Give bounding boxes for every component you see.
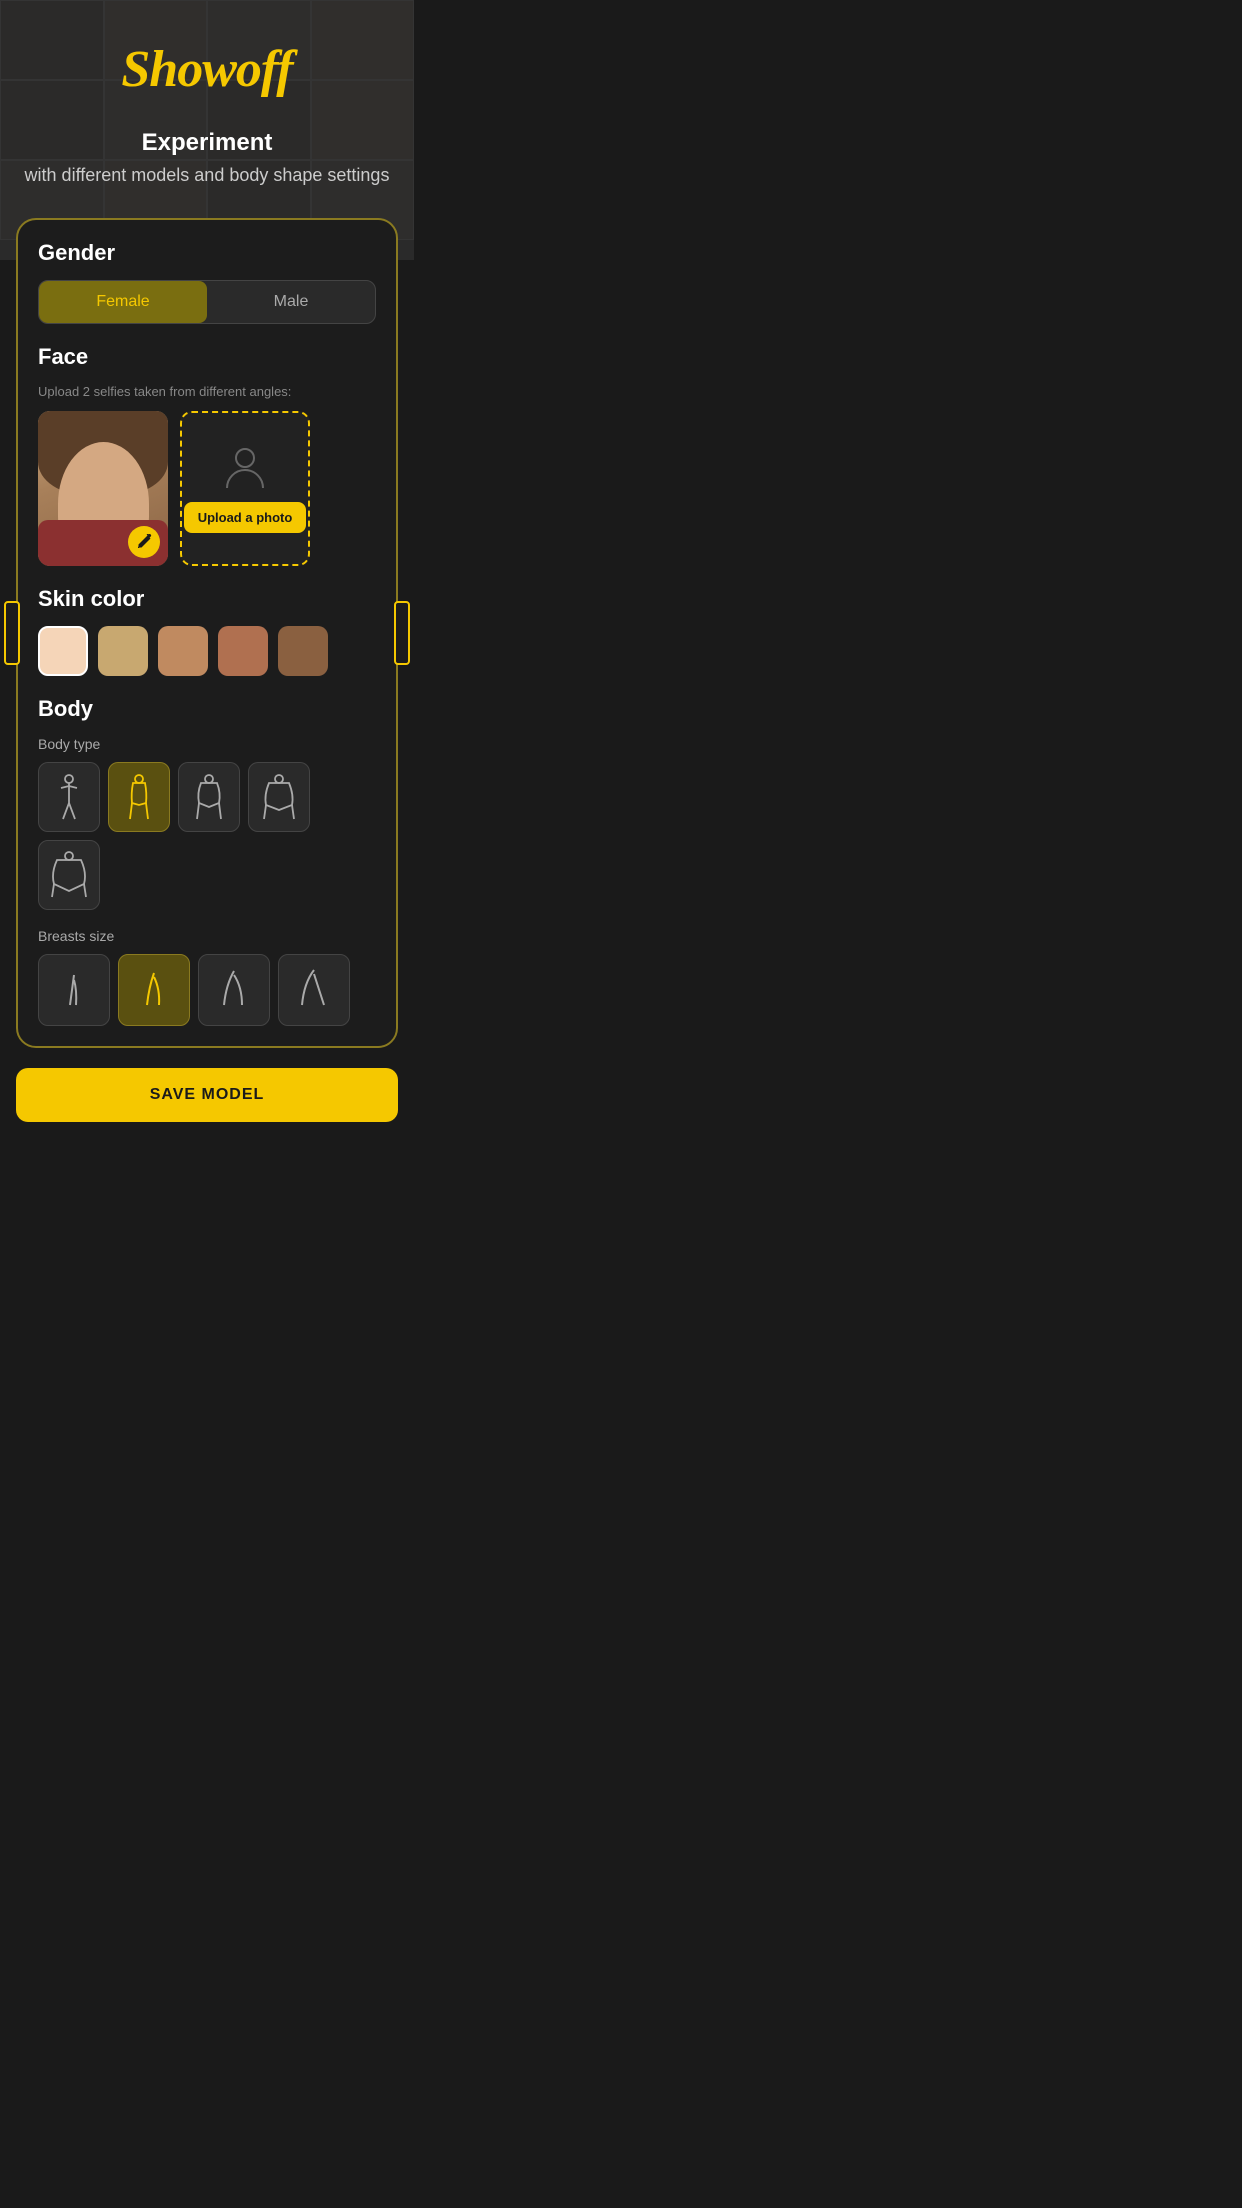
skin-swatch-2[interactable] [158, 626, 208, 676]
hero-title: Experiment [20, 129, 394, 157]
body-types-row [38, 762, 376, 910]
body-type-btn-3[interactable] [178, 762, 240, 832]
app-logo: Showoff [0, 0, 414, 109]
upload-photo-btn[interactable]: Upload a photo [184, 502, 307, 533]
face-photo-slot-1 [38, 411, 168, 566]
body-type-label: Body type [38, 736, 376, 752]
hero-section: Experiment with different models and bod… [0, 109, 414, 218]
body-type-btn-5[interactable] [38, 840, 100, 910]
face-photo-slot-2[interactable]: Upload a photo [180, 411, 310, 566]
gender-toggle: Female Male [38, 280, 376, 324]
save-model-btn[interactable]: SAVE MODEL [16, 1068, 398, 1122]
skin-color-title: Skin color [38, 586, 376, 612]
gender-male-btn[interactable]: Male [207, 281, 375, 323]
skin-swatch-3[interactable] [218, 626, 268, 676]
breast-size-btn-1[interactable] [38, 954, 110, 1026]
face-photos-row: Upload a photo [38, 411, 376, 566]
breast-size-btn-2[interactable] [118, 954, 190, 1026]
skin-colors-row [38, 626, 376, 676]
breast-size-btn-4[interactable] [278, 954, 350, 1026]
skin-swatch-1[interactable] [98, 626, 148, 676]
face-subtitle: Upload 2 selfies taken from different an… [38, 384, 376, 399]
hero-subtitle: with different models and body shape set… [25, 165, 390, 185]
edit-photo-1-btn[interactable] [128, 526, 160, 558]
body-type-btn-1[interactable] [38, 762, 100, 832]
body-type-btn-2[interactable] [108, 762, 170, 832]
breasts-size-label: Breasts size [38, 928, 376, 944]
gender-title: Gender [38, 240, 376, 266]
skin-swatch-4[interactable] [278, 626, 328, 676]
face-title: Face [38, 344, 376, 370]
body-title: Body [38, 696, 376, 722]
gender-female-btn[interactable]: Female [39, 281, 207, 323]
main-card: Gender Female Male Face Upload 2 selfies… [16, 218, 398, 1048]
body-type-btn-4[interactable] [248, 762, 310, 832]
skin-swatch-0[interactable] [38, 626, 88, 676]
breast-size-btn-3[interactable] [198, 954, 270, 1026]
breast-sizes-row [38, 954, 376, 1026]
